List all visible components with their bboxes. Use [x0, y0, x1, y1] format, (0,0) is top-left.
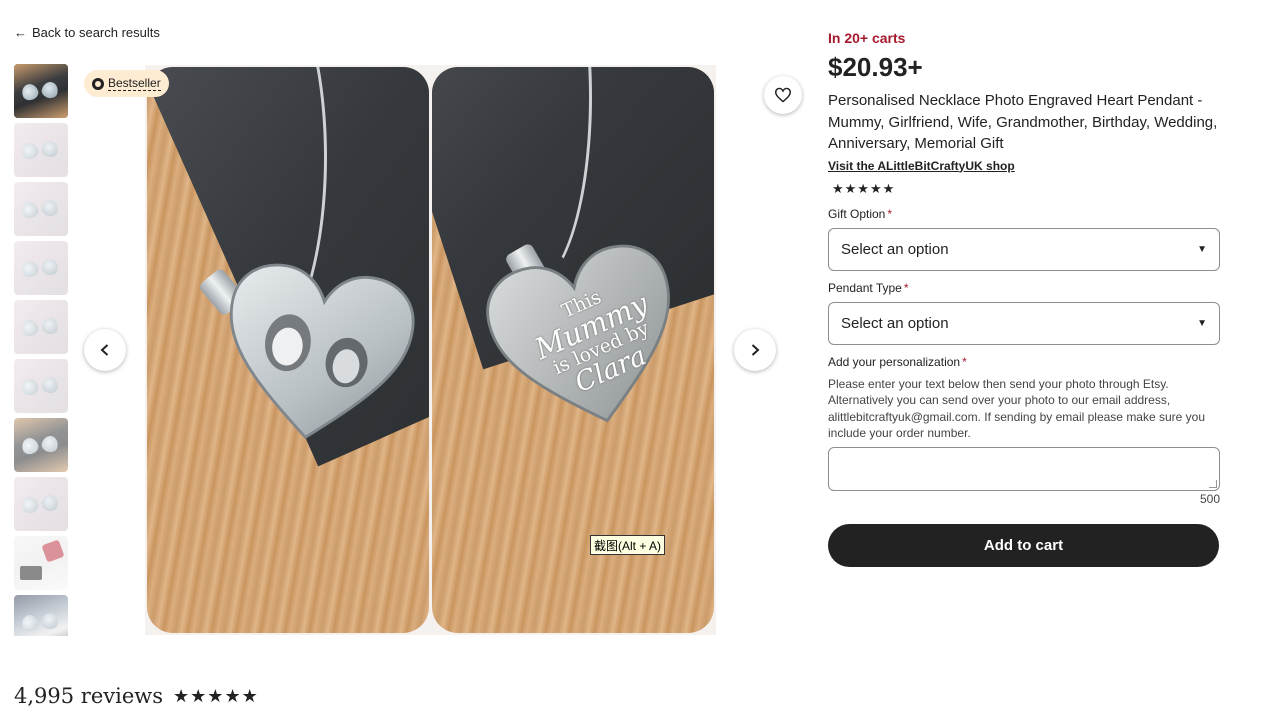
thumbnail-10[interactable] — [14, 595, 68, 636]
screenshot-tooltip: 截图(Alt + A) — [590, 535, 666, 555]
favorite-button[interactable] — [764, 76, 802, 114]
thumbnail-1[interactable] — [14, 64, 68, 118]
thumbnail-6[interactable] — [14, 359, 68, 413]
thumbnail-2[interactable] — [14, 123, 68, 177]
reviews-header: 4,995 reviews ★★★★★ — [14, 684, 259, 708]
required-marker: * — [962, 354, 967, 369]
caret-down-icon: ▼ — [1197, 317, 1207, 329]
gift-option-label: Gift Option * — [828, 207, 1220, 223]
required-marker: * — [903, 280, 909, 295]
thumbnail-4[interactable] — [14, 241, 68, 295]
shop-link[interactable]: Visit the ALittleBitCraftyUK shop — [828, 159, 1220, 175]
shop-rating-stars[interactable]: ★★★★★ — [832, 181, 1220, 197]
medal-icon — [92, 77, 104, 90]
pendant-type-value: Select an option — [841, 314, 949, 332]
personalization-textarea[interactable] — [828, 446, 1220, 491]
thumbnail-5[interactable] — [14, 300, 68, 354]
caret-down-icon: ▼ — [1197, 243, 1207, 255]
heart-pendant-photo-icon — [211, 255, 424, 455]
reviews-stars: ★★★★★ — [173, 685, 259, 706]
personalization-label-text: Add your personalization — [828, 354, 961, 369]
reviews-count: 4,995 reviews — [14, 684, 164, 708]
pendant-type-select[interactable]: Select an option ▼ — [828, 301, 1220, 345]
personalization-instructions: Please enter your text below then send y… — [828, 376, 1206, 441]
thumbnail-8[interactable] — [14, 477, 68, 531]
product-details: In 20+ carts $20.93+ Personalised Neckla… — [828, 30, 1220, 567]
arrow-left-icon: ← — [14, 25, 27, 40]
pendant-type-label: Pendant Type * — [828, 281, 1220, 297]
required-marker: * — [887, 206, 893, 221]
thumbnail-9[interactable] — [14, 536, 68, 590]
photo-engraving-panel — [147, 67, 429, 633]
resize-grip-icon[interactable] — [1209, 479, 1217, 488]
in-carts-notice: In 20+ carts — [828, 30, 906, 46]
bestseller-badge[interactable]: Bestseller — [84, 70, 169, 97]
gift-option-select[interactable]: Select an option ▼ — [828, 227, 1220, 271]
bestseller-label: Bestseller — [108, 76, 161, 91]
gift-option-label-text: Gift Option — [828, 206, 886, 221]
personalization-label: Add your personalization * — [828, 355, 1220, 371]
heart-outline-icon — [774, 87, 792, 103]
character-counter: 500 — [1199, 491, 1220, 506]
thumbnail-7[interactable] — [14, 418, 68, 472]
back-link-label: Back to search results — [32, 25, 160, 40]
next-image-button[interactable] — [734, 329, 776, 371]
product-title: Personalised Necklace Photo Engraved Hea… — [828, 92, 1218, 152]
add-to-cart-button[interactable]: Add to cart — [828, 523, 1219, 567]
thumbnail-strip — [14, 64, 68, 636]
thumbnail-3[interactable] — [14, 182, 68, 236]
pendant-type-label-text: Pendant Type — [828, 280, 902, 295]
chevron-left-icon — [100, 344, 109, 356]
text-engraving-panel: This Mummy is loved by Clara — [432, 67, 714, 633]
back-to-search-link[interactable]: ← Back to search results — [14, 25, 160, 40]
chevron-right-icon — [751, 344, 760, 356]
gift-option-value: Select an option — [841, 240, 949, 258]
previous-image-button[interactable] — [84, 329, 126, 371]
product-price: $20.93+ — [828, 52, 923, 82]
